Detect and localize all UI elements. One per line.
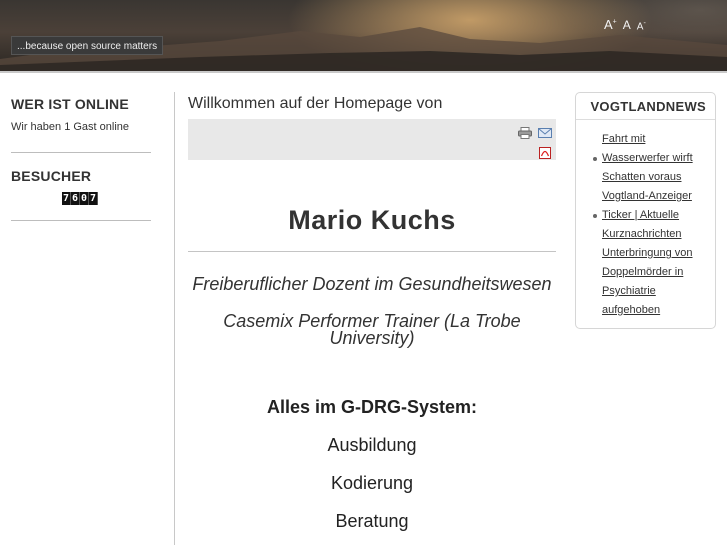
left-sidebar: WER IST ONLINE Wir haben 1 Gast online B… — [11, 96, 151, 221]
font-reset-button[interactable]: A — [623, 18, 631, 32]
font-size-controls: A+ A A- — [604, 17, 646, 32]
pdf-icon[interactable] — [538, 147, 552, 159]
main-content: Willkommen auf der Homepage von Mario Ku… — [188, 92, 556, 532]
counter-digit: 6 — [71, 192, 80, 205]
news-module: VOGTLANDNEWS Fahrt mit Wasserwerfer wirf… — [575, 92, 716, 329]
article-toolbar — [188, 119, 556, 160]
column-divider — [174, 92, 175, 545]
divider — [11, 220, 151, 221]
font-larger-button[interactable]: A+ — [604, 17, 617, 32]
font-smaller-button[interactable]: A- — [637, 20, 646, 32]
site-header: ...because open source matters A+ A A- — [0, 0, 727, 73]
person-name: Mario Kuchs — [288, 205, 456, 235]
service-item: Kodierung — [330, 473, 414, 493]
visitors-module-title: BESUCHER — [11, 168, 92, 184]
news-item: Fahrt mit — [576, 130, 715, 149]
visitor-counter: 7 6 0 7 — [62, 192, 151, 205]
counter-digit: 0 — [80, 192, 89, 205]
service-item: Ausbildung — [327, 435, 417, 455]
news-link[interactable]: Wasserwerfer wirft Schatten voraus Vogtl… — [602, 152, 693, 202]
news-link[interactable]: Ticker | Aktuelle Kurznachrichten Unterb… — [602, 209, 693, 316]
article-title: Willkommen auf der Homepage von — [188, 95, 443, 112]
online-status-text: Wir haben 1 Gast online — [11, 121, 130, 133]
site-tagline: ...because open source matters — [11, 36, 164, 55]
divider — [188, 251, 556, 252]
news-item: Wasserwerfer wirft Schatten voraus Vogtl… — [576, 149, 715, 206]
print-icon[interactable] — [518, 127, 532, 139]
services-heading: Alles im G-DRG-System: — [266, 397, 478, 417]
email-icon[interactable] — [538, 127, 552, 139]
divider — [11, 152, 151, 153]
news-list: Fahrt mit Wasserwerfer wirft Schatten vo… — [576, 130, 715, 320]
counter-digit: 7 — [62, 192, 71, 205]
counter-digit: 7 — [89, 192, 98, 205]
news-link[interactable]: Fahrt mit — [602, 133, 645, 145]
service-item: Beratung — [335, 511, 409, 531]
role-line: Freiberuflicher Dozent im Gesundheitswes… — [192, 274, 552, 294]
online-module-title: WER IST ONLINE — [11, 96, 129, 112]
news-item: Ticker | Aktuelle Kurznachrichten Unterb… — [576, 206, 715, 320]
role-line: Casemix Performer Trainer (La Trobe Univ… — [223, 311, 521, 348]
news-module-title: VOGTLANDNEWS — [576, 93, 715, 120]
